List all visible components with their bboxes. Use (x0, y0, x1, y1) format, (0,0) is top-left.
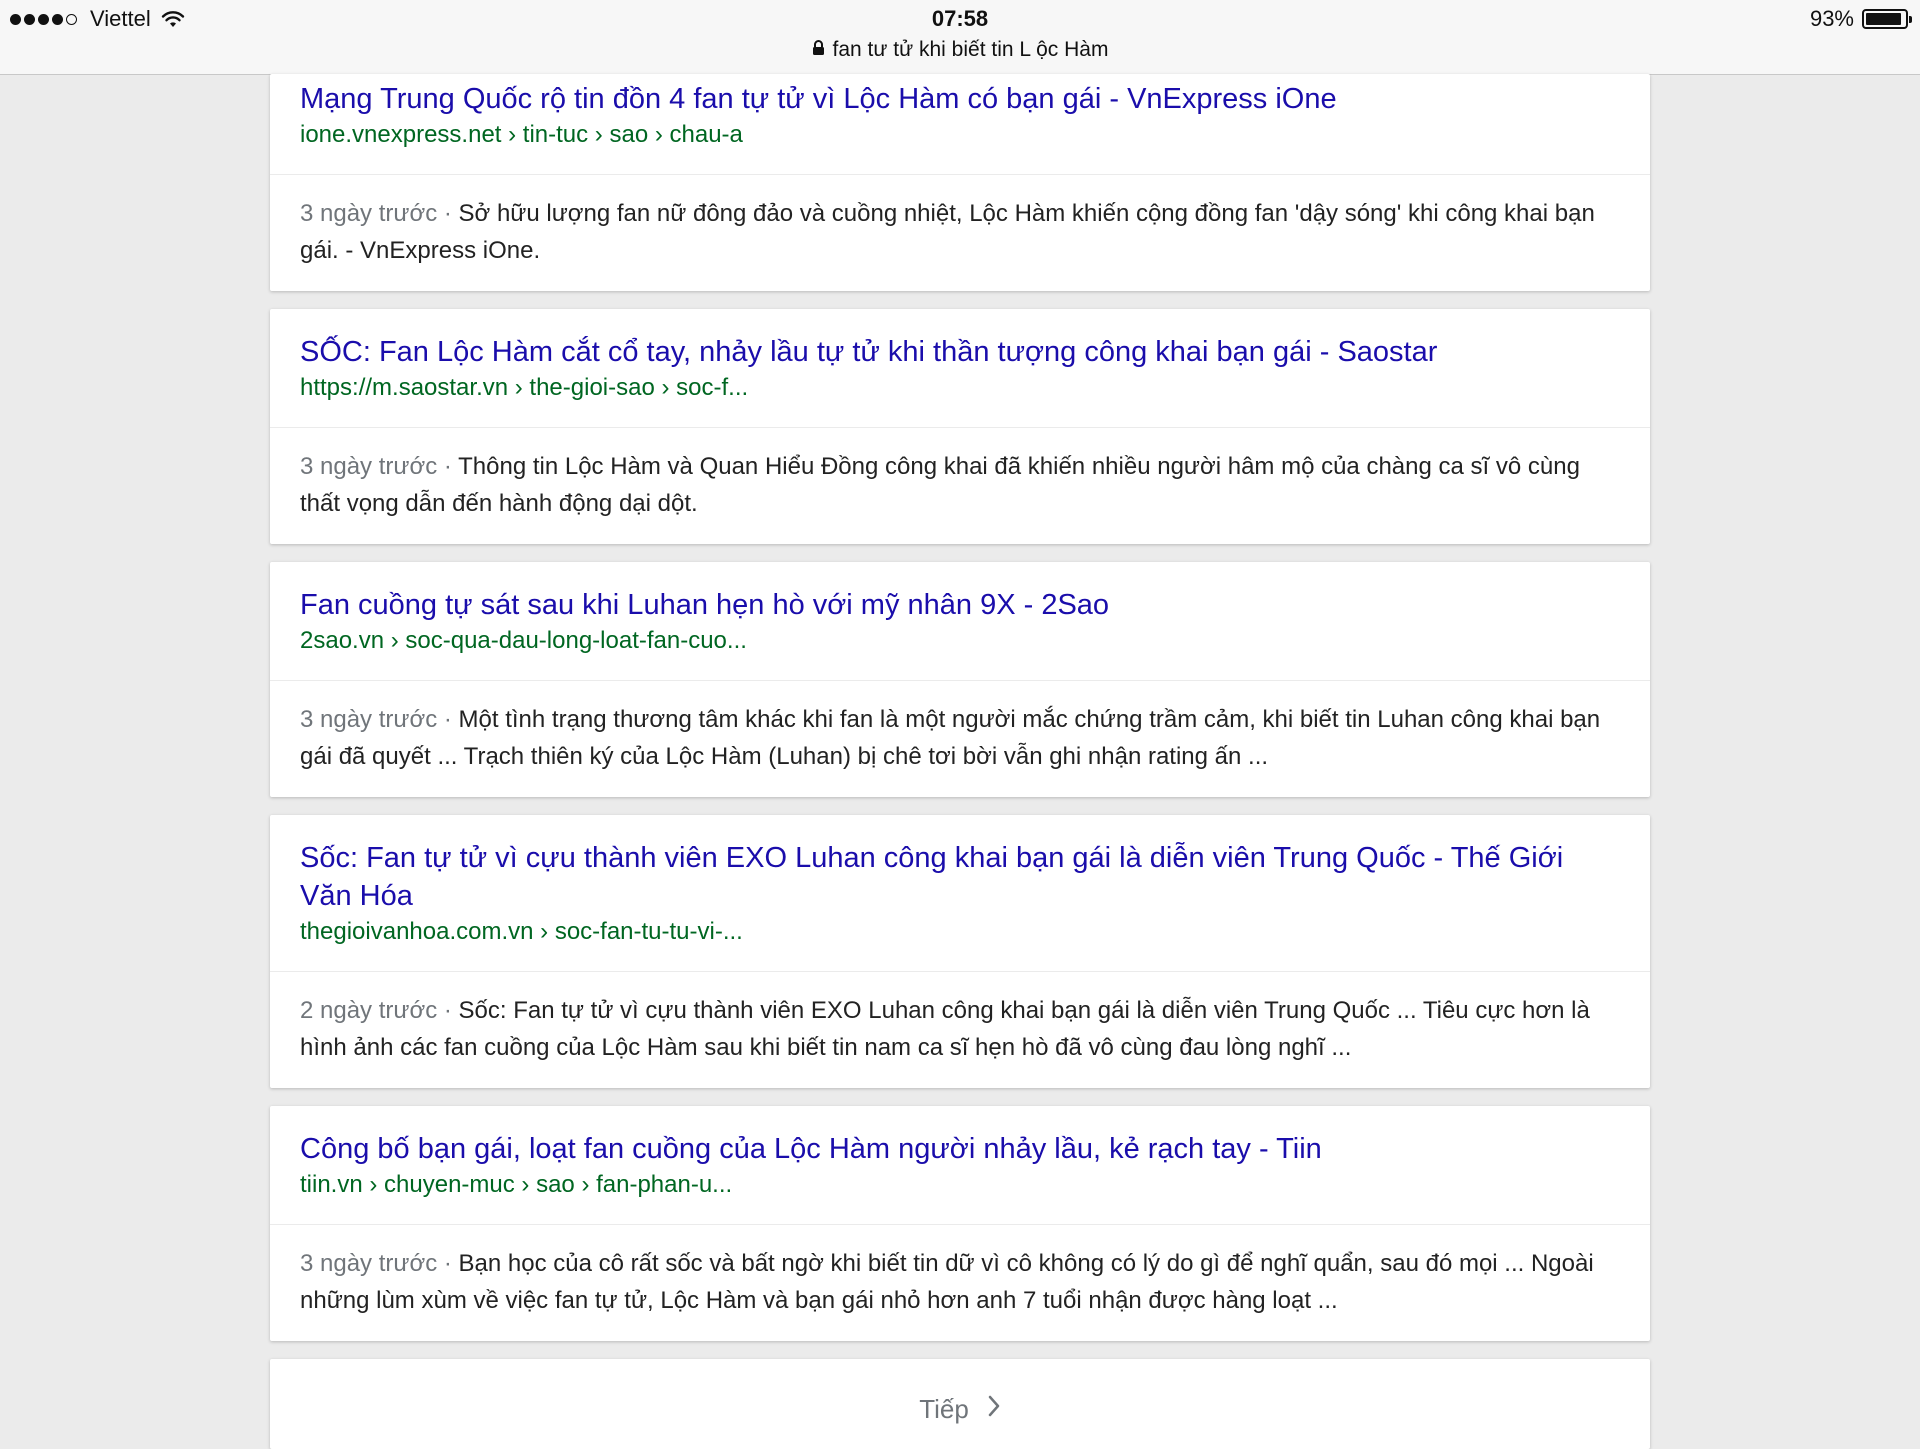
result-title-link[interactable]: Fan cuồng tự sát sau khi Luhan hẹn hò vớ… (300, 586, 1620, 624)
result-title-link[interactable]: Công bố bạn gái, loạt fan cuồng của Lộc … (300, 1130, 1620, 1168)
lock-icon (812, 38, 825, 62)
next-page-button[interactable]: Tiếp (919, 1394, 1001, 1425)
result-date: 3 ngày trước (300, 706, 438, 733)
result-snippet-text: Sốc: Fan tự tử vì cựu thành viên EXO Luh… (300, 997, 1590, 1061)
address-bar[interactable]: fan tư tử khi biết tin L ộc Hàm (0, 38, 1920, 62)
result-url: ione.vnexpress.net › tin-tuc › sao › cha… (300, 121, 743, 148)
result-url: https://m.saostar.vn › the-gioi-sao › so… (300, 374, 749, 401)
next-page-label: Tiếp (919, 1393, 969, 1424)
battery-icon (1862, 9, 1912, 29)
separator-dot: · (437, 453, 459, 480)
separator-dot: · (437, 1250, 459, 1277)
result-title-link[interactable]: Sốc: Fan tự tử vì cựu thành viên EXO Luh… (300, 839, 1620, 915)
result-card: Sốc: Fan tự tử vì cựu thành viên EXO Luh… (270, 815, 1650, 1088)
result-snippet-text: Bạn học của cô rất sốc và bất ngờ khi bi… (300, 1250, 1594, 1314)
battery-fill (1866, 13, 1902, 25)
result-url: tiin.vn › chuyen-muc › sao › fan-phan-u.… (300, 1171, 733, 1198)
separator-dot: · (437, 997, 459, 1024)
result-header: Fan cuồng tự sát sau khi Luhan hẹn hò vớ… (270, 562, 1650, 681)
clock: 07:58 (931, 6, 989, 31)
result-header: Công bố bạn gái, loạt fan cuồng của Lộc … (270, 1106, 1650, 1225)
result-title-link[interactable]: Mạng Trung Quốc rộ tin đồn 4 fan tự tử v… (300, 80, 1620, 118)
result-card: Mạng Trung Quốc rộ tin đồn 4 fan tự tử v… (270, 74, 1650, 291)
result-date: 2 ngày trước (300, 997, 438, 1024)
result-card: SỐC: Fan Lộc Hàm cắt cổ tay, nhảy lầu tự… (270, 309, 1650, 544)
result-snippet: 3 ngày trước · Thông tin Lộc Hàm và Quan… (270, 428, 1650, 544)
result-header: Sốc: Fan tự tử vì cựu thành viên EXO Luh… (270, 815, 1650, 972)
battery-percent: 93% (1809, 6, 1854, 31)
chevron-right-icon (987, 1394, 1001, 1425)
result-header: SỐC: Fan Lộc Hàm cắt cổ tay, nhảy lầu tự… (270, 309, 1650, 428)
result-date: 3 ngày trước (300, 1250, 438, 1277)
result-snippet-text: Sở hữu lượng fan nữ đông đảo và cuồng nh… (300, 200, 1595, 264)
status-right: 93% (1809, 6, 1912, 32)
status-bar: Viettel 07:58 fan tư tử khi biết tin L ộ… (0, 0, 1920, 75)
result-card: Fan cuồng tự sát sau khi Luhan hẹn hò vớ… (270, 562, 1650, 797)
result-url: 2sao.vn › soc-qua-dau-long-loat-fan-cuo.… (300, 627, 747, 654)
result-snippet: 3 ngày trước · Sở hữu lượng fan nữ đông … (270, 175, 1650, 291)
address-bar-query: fan tư tử khi biết tin L ộc Hàm (832, 38, 1109, 61)
result-url: thegioivanhoa.com.vn › soc-fan-tu-tu-vi-… (300, 918, 743, 945)
result-snippet-text: Một tình trạng thương tâm khác khi fan l… (300, 706, 1601, 770)
separator-dot: · (437, 706, 459, 733)
result-header: Mạng Trung Quốc rộ tin đồn 4 fan tự tử v… (270, 74, 1650, 175)
result-title-link[interactable]: SỐC: Fan Lộc Hàm cắt cổ tay, nhảy lầu tự… (300, 333, 1620, 371)
separator-dot: · (437, 200, 459, 227)
result-date: 3 ngày trước (300, 200, 438, 227)
result-snippet: 3 ngày trước · Một tình trạng thương tâm… (270, 681, 1650, 797)
pagination-card: Tiếp (270, 1359, 1650, 1449)
search-results: Mạng Trung Quốc rộ tin đồn 4 fan tự tử v… (270, 74, 1650, 1449)
result-snippet: 3 ngày trước · Bạn học của cô rất sốc và… (270, 1225, 1650, 1341)
result-snippet: 2 ngày trước · Sốc: Fan tự tử vì cựu thà… (270, 972, 1650, 1088)
result-card: Công bố bạn gái, loạt fan cuồng của Lộc … (270, 1106, 1650, 1341)
result-date: 3 ngày trước (300, 453, 438, 480)
result-snippet-text: Thông tin Lộc Hàm và Quan Hiểu Đồng công… (300, 453, 1580, 517)
